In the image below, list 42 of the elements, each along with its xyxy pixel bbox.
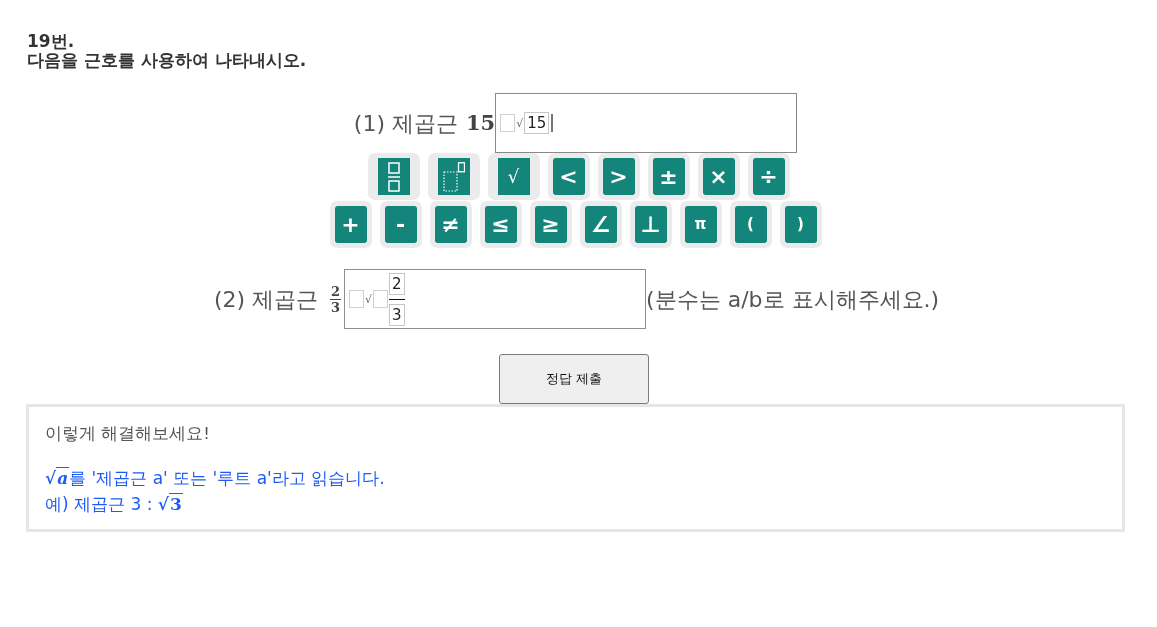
note-text: (분수는 a/b로 표시해주세요.) xyxy=(646,285,940,314)
key-button[interactable]: × xyxy=(697,153,740,200)
submit-button[interactable]: 정답 제출 xyxy=(499,354,649,404)
radical-sign: √ xyxy=(365,293,373,305)
key-button[interactable]: ⊥ xyxy=(629,201,672,248)
fraction-expression: 2 3 xyxy=(330,283,342,315)
question-label: (2) 제곱근 xyxy=(213,285,319,314)
math-expression: 15 xyxy=(465,109,496,138)
text-cursor-icon xyxy=(551,114,554,132)
fraction-template-icon xyxy=(387,161,400,192)
key-button[interactable]: π xyxy=(679,201,722,248)
key-button[interactable]: ∠ xyxy=(579,201,622,248)
key-button[interactable]: ÷ xyxy=(747,153,790,200)
key-button[interactable]: √ xyxy=(487,153,540,200)
key-button[interactable] xyxy=(427,153,480,200)
hint-line: 예) 제곱근 3 : √3 xyxy=(45,492,184,516)
numerator-field[interactable]: 2 xyxy=(389,272,405,295)
question-label: (1) 제곱근 xyxy=(353,109,458,138)
key-button[interactable]: - xyxy=(379,201,422,248)
key-button[interactable]: ) xyxy=(779,201,822,248)
key-button[interactable]: ≠ xyxy=(429,201,472,248)
key-button[interactable]: ≤ xyxy=(479,201,522,248)
hint-title: 이렇게 해결해보세요! xyxy=(45,423,211,445)
answer-box[interactable]: √ 15 xyxy=(495,93,798,153)
key-button[interactable]: < xyxy=(547,153,590,200)
superscript-template-icon xyxy=(442,161,465,192)
key-button[interactable] xyxy=(367,153,420,200)
hint-line: √a를 '제곱근 a' 또는 '루트 a'라고 읽습니다. xyxy=(45,466,386,490)
radicand-field[interactable]: 15 xyxy=(524,112,550,134)
key-button[interactable]: ( xyxy=(729,201,772,248)
instruction-text: 다음을 근호를 사용하여 나타내시오. xyxy=(27,51,308,70)
answer-box[interactable]: √ 2 3 xyxy=(344,269,647,329)
key-button[interactable]: ± xyxy=(647,153,690,200)
problem-number: 19번. xyxy=(27,32,76,51)
key-button[interactable]: + xyxy=(329,201,372,248)
denominator-field[interactable]: 3 xyxy=(389,303,405,326)
radical-sign: √ xyxy=(516,117,524,129)
empty-slot-field[interactable] xyxy=(349,290,365,308)
empty-slot-field[interactable] xyxy=(500,114,516,132)
key-button[interactable]: ≥ xyxy=(529,201,572,248)
empty-slot-field[interactable] xyxy=(373,290,389,308)
key-button[interactable]: > xyxy=(597,153,640,200)
